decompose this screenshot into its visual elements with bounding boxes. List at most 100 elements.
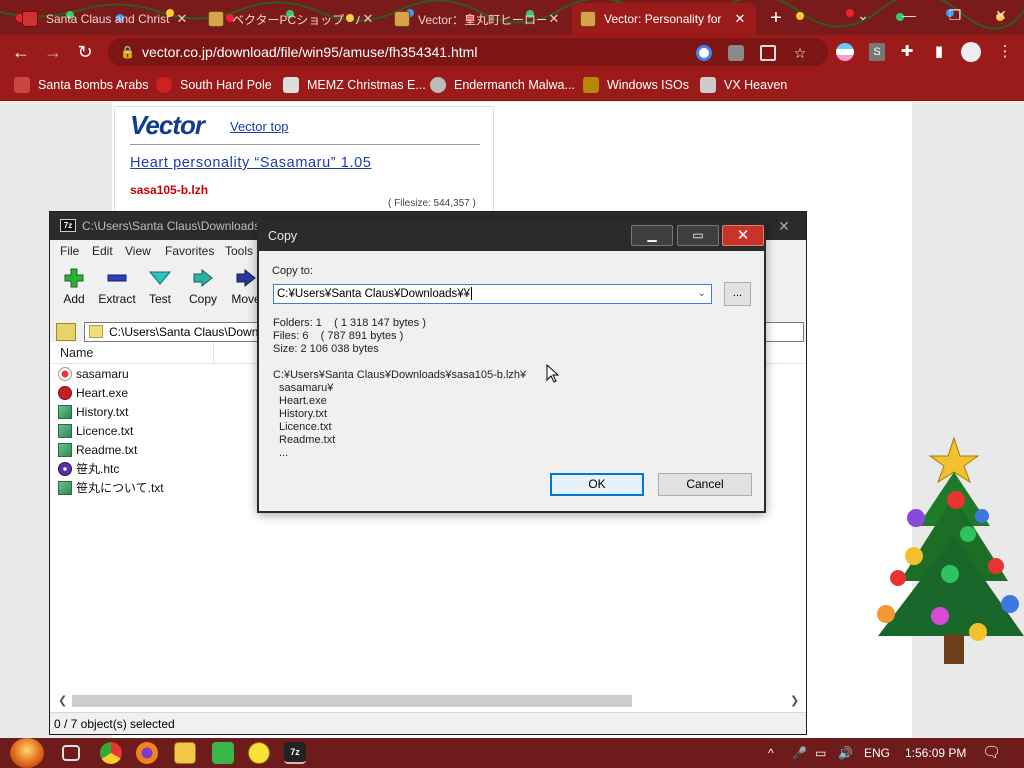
profile-avatar-icon[interactable] bbox=[960, 41, 982, 63]
menu-view[interactable]: View bbox=[125, 244, 151, 258]
menu-kebab-icon[interactable]: ⋮ bbox=[994, 41, 1016, 63]
menu-tools[interactable]: Tools bbox=[225, 244, 253, 258]
7zip-icon[interactable]: 7z bbox=[284, 742, 306, 764]
file-row[interactable]: 笹丸について.txt bbox=[58, 478, 164, 497]
volume-icon[interactable]: 🔊 bbox=[838, 744, 853, 762]
horizontal-scrollbar[interactable]: ❮ ❯ bbox=[54, 692, 802, 710]
flag-extension-icon[interactable] bbox=[834, 41, 856, 63]
show-hidden-icons-icon[interactable]: ^ bbox=[768, 744, 774, 762]
microphone-icon[interactable]: 🎤 bbox=[792, 744, 807, 762]
item-list-entry: History.txt bbox=[279, 408, 328, 420]
firefox-icon[interactable] bbox=[136, 742, 158, 764]
tab-title: Santa Claus and Christ bbox=[46, 12, 170, 26]
profile-s-extension-icon[interactable]: S bbox=[866, 41, 888, 63]
browser-tab-bar: Santa Claus and Christ ✕ ベクターPCショップ - パソ… bbox=[0, 0, 1024, 35]
tab-vector-hero[interactable]: Vector：皇丸町ヒーロー ✕ bbox=[386, 3, 570, 35]
software-title-link[interactable]: Heart personality “Sasamaru” 1.05 bbox=[130, 155, 371, 171]
folder-up-icon[interactable] bbox=[56, 323, 76, 341]
extract-button[interactable]: Extract bbox=[93, 266, 141, 316]
side-panel-icon[interactable]: ▮ bbox=[928, 41, 950, 63]
dialog-close-button[interactable]: ✕ bbox=[722, 225, 764, 246]
filesize-label: ( Filesize: 544,357 ) bbox=[388, 198, 476, 209]
dialog-minimize-button[interactable]: ▁ bbox=[631, 225, 673, 246]
tab-close-icon[interactable]: ✕ bbox=[174, 11, 190, 27]
copy-button[interactable]: Copy bbox=[179, 266, 227, 316]
start-icon[interactable] bbox=[10, 738, 44, 768]
add-button[interactable]: Add bbox=[50, 266, 98, 316]
share-icon[interactable] bbox=[760, 45, 776, 61]
browse-button[interactable]: ... bbox=[724, 282, 751, 306]
file-row[interactable]: sasamaru bbox=[58, 364, 129, 383]
bookmark-endermanch[interactable]: Endermanch Malwa... bbox=[430, 76, 575, 94]
file-row[interactable]: 笹丸.htc bbox=[58, 459, 119, 478]
tab-santa-claus[interactable]: Santa Claus and Christ ✕ bbox=[14, 3, 198, 35]
column-separator[interactable] bbox=[213, 342, 214, 364]
ok-button[interactable]: OK bbox=[550, 473, 644, 496]
vector-cat-favicon-icon bbox=[208, 11, 224, 27]
clock[interactable]: 1:56:09 PM bbox=[905, 744, 966, 762]
scroll-left-icon[interactable]: ❮ bbox=[58, 694, 67, 707]
chrome-icon[interactable] bbox=[100, 742, 122, 764]
7zip-close-icon[interactable]: ✕ bbox=[774, 212, 794, 240]
chevron-down-icon[interactable]: ⌄ bbox=[698, 285, 706, 303]
tab-close-icon[interactable]: ✕ bbox=[546, 11, 562, 27]
cancel-button[interactable]: Cancel bbox=[658, 473, 752, 496]
destination-combobox[interactable]: C:¥Users¥Santa Claus¥Downloads¥¥ ⌄ bbox=[273, 284, 712, 304]
address-bar[interactable]: 🔒 vector.co.jp/download/file/win95/amuse… bbox=[108, 38, 828, 66]
explorer-icon[interactable] bbox=[174, 742, 196, 764]
menu-edit[interactable]: Edit bbox=[92, 244, 113, 258]
back-icon[interactable]: ← bbox=[8, 39, 34, 65]
vector-top-link[interactable]: Vector top bbox=[230, 119, 289, 134]
bookmark-santa-bombs[interactable]: Santa Bombs Arabs bbox=[14, 76, 148, 94]
bookmark-south-hard-pole[interactable]: South Hard Pole bbox=[156, 76, 272, 94]
new-tab-button[interactable]: + bbox=[764, 7, 788, 29]
scroll-right-icon[interactable]: ❯ bbox=[790, 694, 799, 707]
copy-to-label: Copy to: bbox=[272, 265, 313, 277]
dialog-title-bar[interactable]: Copy ▁ ▭ ✕ bbox=[259, 221, 764, 251]
dialog-maximize-button[interactable]: ▭ bbox=[677, 225, 719, 246]
notifications-icon[interactable]: 🗨 bbox=[982, 744, 1001, 762]
tab-search-button[interactable]: ⌄ bbox=[840, 0, 886, 32]
task-view-icon[interactable] bbox=[62, 745, 80, 761]
file-row[interactable]: Licence.txt bbox=[58, 421, 133, 440]
menu-favorites[interactable]: Favorites bbox=[165, 244, 214, 258]
memz-icon bbox=[283, 77, 299, 93]
tab-vector-pcshop[interactable]: ベクターPCショップ - パソコ ✕ bbox=[200, 3, 384, 35]
close-window-button[interactable]: ✕ bbox=[978, 0, 1024, 32]
test-button[interactable]: Test bbox=[136, 266, 184, 316]
copy-icon bbox=[193, 268, 213, 288]
name-column-header[interactable]: Name bbox=[60, 346, 93, 360]
copy-dialog: Copy ▁ ▭ ✕ Copy to: C:¥Users¥Santa Claus… bbox=[257, 219, 766, 513]
bookmark-star-icon[interactable]: ☆ bbox=[792, 45, 808, 61]
translate-icon[interactable] bbox=[728, 45, 744, 61]
scroll-thumb[interactable] bbox=[72, 695, 632, 707]
file-row[interactable]: History.txt bbox=[58, 402, 128, 421]
bookmark-windows-isos[interactable]: Windows ISOs bbox=[583, 76, 689, 94]
tab-close-icon[interactable]: ✕ bbox=[732, 11, 748, 27]
smiley-icon[interactable] bbox=[248, 742, 270, 764]
language-indicator[interactable]: ENG bbox=[864, 744, 890, 762]
minimize-button[interactable]: — bbox=[886, 0, 932, 32]
download-filename[interactable]: sasa105-b.lzh bbox=[130, 183, 208, 197]
network-icon[interactable]: ▭ bbox=[815, 744, 826, 762]
file-row[interactable]: Heart.exe bbox=[58, 383, 128, 402]
file-row[interactable]: Readme.txt bbox=[58, 440, 137, 459]
text-file-icon bbox=[58, 442, 72, 457]
menu-file[interactable]: File bbox=[60, 244, 79, 258]
bookmark-vx-heaven[interactable]: VX Heaven bbox=[700, 76, 787, 94]
browser-toolbar: ← → ↻ 🔒 vector.co.jp/download/file/win95… bbox=[0, 35, 1024, 69]
files-info: Files: 6 ( 787 891 bytes ) bbox=[273, 330, 404, 342]
restore-button[interactable]: ❐ bbox=[932, 0, 978, 32]
extensions-puzzle-icon[interactable]: ✚ bbox=[896, 41, 918, 63]
tab-vector-personality[interactable]: Vector: Personality for ✕ bbox=[572, 3, 756, 35]
vector-logo[interactable]: Vector bbox=[130, 110, 205, 141]
reload-icon[interactable]: ↻ bbox=[72, 39, 98, 65]
google-icon[interactable] bbox=[696, 45, 712, 61]
forward-icon[interactable]: → bbox=[40, 39, 66, 65]
notepad-icon[interactable] bbox=[212, 742, 234, 764]
file-name: Heart.exe bbox=[76, 385, 129, 400]
endermanch-icon bbox=[430, 77, 446, 93]
bookmark-memz[interactable]: MEMZ Christmas E... bbox=[283, 76, 426, 94]
tab-close-icon[interactable]: ✕ bbox=[360, 11, 376, 27]
text-file-icon bbox=[58, 480, 72, 495]
